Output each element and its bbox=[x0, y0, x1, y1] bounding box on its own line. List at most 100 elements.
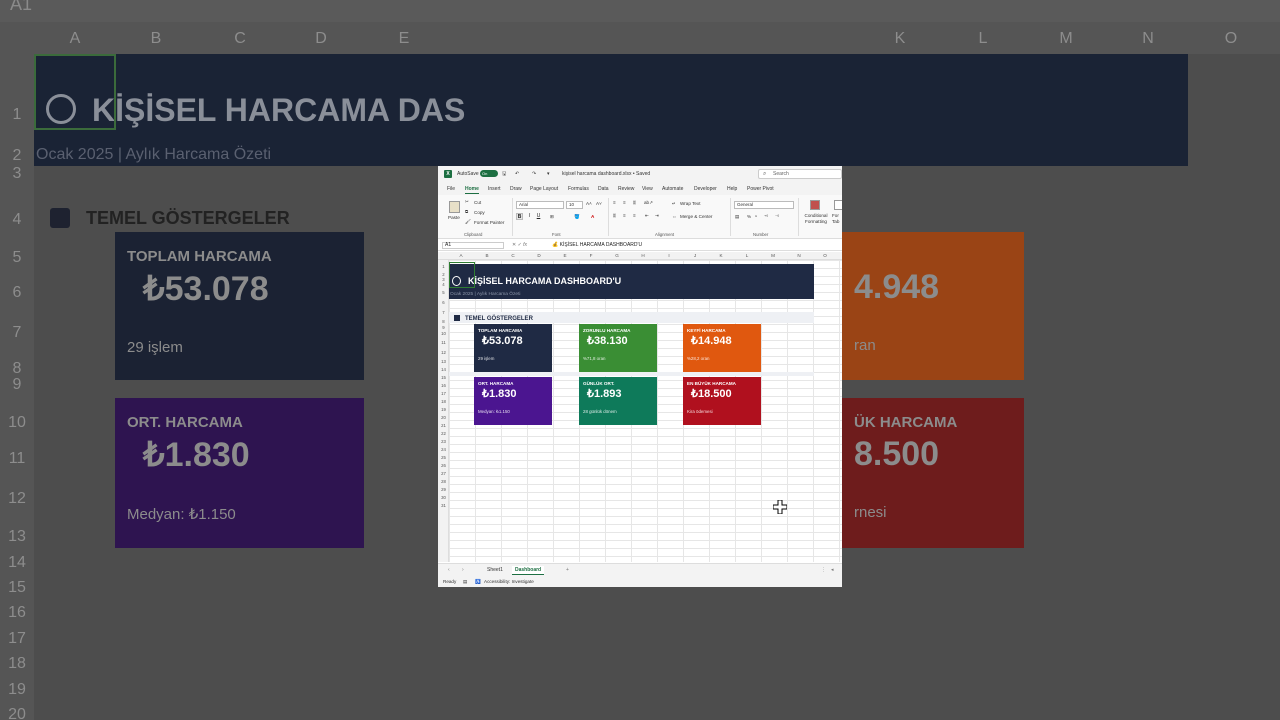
row-header[interactable]: 27 bbox=[438, 471, 449, 476]
row-header[interactable]: 14 bbox=[438, 367, 449, 372]
accounting-format-icon[interactable]: ▤ bbox=[735, 214, 739, 220]
row-header[interactable]: 30 bbox=[438, 495, 449, 500]
menu-insert[interactable]: Insert bbox=[488, 186, 501, 192]
menu-formulas[interactable]: Formulas bbox=[568, 186, 589, 192]
sheet-tab-sheet1[interactable]: Sheet1 bbox=[484, 566, 506, 574]
menu-home[interactable]: Home bbox=[465, 186, 479, 194]
sheet-options-icon[interactable]: ⋮ bbox=[821, 567, 826, 573]
accessibility-status[interactable]: Accessibility: Investigate bbox=[484, 579, 534, 584]
redo-icon[interactable]: ↷ bbox=[532, 171, 536, 177]
row-header[interactable]: 23 bbox=[438, 439, 449, 444]
menu-power-pivot[interactable]: Power Pivot bbox=[747, 186, 774, 192]
column-header[interactable]: D bbox=[534, 253, 544, 258]
formula-input[interactable]: 💰 KİŞİSEL HARCAMA DASHBOARD'U bbox=[552, 242, 642, 248]
paste-icon[interactable] bbox=[449, 201, 460, 213]
bold-button[interactable]: B bbox=[516, 213, 523, 220]
column-header[interactable]: M bbox=[768, 253, 778, 258]
decrease-decimal-icon[interactable]: ⁻⁰ bbox=[775, 214, 779, 220]
align-right-icon[interactable]: ≡ bbox=[633, 213, 636, 218]
menu-page-layout[interactable]: Page Layout bbox=[530, 186, 558, 192]
column-header[interactable]: N bbox=[794, 253, 804, 258]
row-header[interactable]: 31 bbox=[438, 503, 449, 508]
column-header[interactable]: K bbox=[716, 253, 726, 258]
cut-icon[interactable]: ✂ bbox=[465, 199, 469, 205]
menu-developer[interactable]: Developer bbox=[694, 186, 717, 192]
column-header[interactable]: J bbox=[690, 253, 700, 258]
cut-button[interactable]: Cut bbox=[474, 200, 481, 205]
row-header[interactable]: 20 bbox=[438, 415, 449, 420]
sheet-tab-dashboard[interactable]: Dashboard bbox=[512, 566, 545, 575]
row-header[interactable]: 18 bbox=[438, 399, 449, 404]
row-header[interactable]: 21 bbox=[438, 423, 449, 428]
number-format-select[interactable]: General bbox=[734, 201, 794, 209]
column-header[interactable]: I bbox=[664, 253, 674, 258]
row-header[interactable]: 16 bbox=[438, 383, 449, 388]
column-header[interactable]: E bbox=[560, 253, 570, 258]
italic-button[interactable]: I bbox=[526, 213, 533, 220]
column-header[interactable]: O bbox=[820, 253, 830, 258]
column-header[interactable]: C bbox=[508, 253, 518, 258]
row-header[interactable]: 24 bbox=[438, 447, 449, 452]
accessibility-icon[interactable]: ♿ bbox=[475, 579, 481, 585]
row-header[interactable]: 25 bbox=[438, 455, 449, 460]
menu-view[interactable]: View bbox=[642, 186, 653, 192]
fill-color-icon[interactable]: 🪣 bbox=[574, 214, 580, 220]
selected-cell-a1[interactable] bbox=[449, 262, 475, 288]
row-header[interactable]: 5 bbox=[438, 290, 449, 295]
menu-file[interactable]: File bbox=[447, 186, 455, 192]
align-bottom-icon[interactable]: ≡ bbox=[633, 200, 636, 205]
column-header[interactable]: H bbox=[638, 253, 648, 258]
row-header[interactable]: 7 bbox=[438, 310, 449, 315]
wrap-text-button[interactable]: Wrap Text bbox=[680, 201, 701, 206]
customize-toolbar-icon[interactable]: ▾ bbox=[547, 171, 550, 177]
format-painter-icon[interactable]: 🖌 bbox=[465, 219, 471, 225]
fx-icon[interactable]: ✕ ✓ fx bbox=[512, 242, 527, 248]
align-left-icon[interactable]: ≡ bbox=[613, 213, 616, 218]
merge-center-icon[interactable]: ⇔ bbox=[672, 214, 677, 219]
menu-automate[interactable]: Automate bbox=[662, 186, 683, 192]
format-as-table-icon[interactable] bbox=[834, 200, 842, 210]
row-header[interactable]: 12 bbox=[438, 350, 449, 355]
increase-indent-icon[interactable]: ⇥ bbox=[655, 213, 659, 219]
row-header[interactable]: 9 bbox=[438, 325, 449, 330]
row-header[interactable]: 11 bbox=[438, 340, 449, 345]
percent-style-icon[interactable]: % bbox=[747, 214, 751, 219]
conditional-formatting-button[interactable]: Conditional Formatting bbox=[803, 213, 829, 225]
row-header[interactable]: 4 bbox=[438, 282, 449, 287]
filename[interactable]: kişisel harcama dashboard.xlsx • Saved bbox=[562, 171, 650, 177]
column-header[interactable]: L bbox=[742, 253, 752, 258]
add-sheet-button[interactable]: + bbox=[566, 567, 569, 573]
menu-help[interactable]: Help bbox=[727, 186, 737, 192]
row-header[interactable]: 8 bbox=[438, 319, 449, 324]
row-header[interactable]: 1 bbox=[438, 264, 449, 269]
search-box[interactable]: ⌕ Search bbox=[758, 169, 842, 179]
row-header[interactable]: 26 bbox=[438, 463, 449, 468]
row-header[interactable]: 10 bbox=[438, 331, 449, 336]
increase-decimal-icon[interactable]: ⁺⁰ bbox=[764, 214, 768, 220]
conditional-formatting-icon[interactable] bbox=[810, 200, 820, 210]
menu-data[interactable]: Data bbox=[598, 186, 609, 192]
row-header[interactable]: 13 bbox=[438, 359, 449, 364]
menu-draw[interactable]: Draw bbox=[510, 186, 522, 192]
orientation-icon[interactable]: ab↗ bbox=[644, 200, 653, 206]
decrease-indent-icon[interactable]: ⇤ bbox=[645, 213, 649, 219]
save-icon[interactable]: 🖫 bbox=[502, 171, 506, 179]
undo-icon[interactable]: ↶ bbox=[515, 171, 519, 177]
row-header[interactable]: 19 bbox=[438, 407, 449, 412]
row-header[interactable]: 29 bbox=[438, 487, 449, 492]
copy-button[interactable]: Copy bbox=[474, 210, 485, 215]
prev-sheet-icon[interactable]: ‹ bbox=[448, 567, 450, 573]
merge-center-button[interactable]: Merge & Center bbox=[680, 214, 712, 219]
column-header[interactable]: G bbox=[612, 253, 622, 258]
column-header[interactable]: F bbox=[586, 253, 596, 258]
next-sheet-icon[interactable]: › bbox=[462, 567, 464, 573]
font-color-icon[interactable]: A bbox=[591, 214, 594, 219]
column-header[interactable]: A bbox=[456, 253, 466, 258]
row-header[interactable]: 17 bbox=[438, 391, 449, 396]
underline-button[interactable]: U bbox=[535, 213, 542, 220]
row-header[interactable]: 28 bbox=[438, 479, 449, 484]
wrap-text-icon[interactable]: ↵ bbox=[672, 201, 676, 207]
copy-icon[interactable]: ⧉ bbox=[465, 209, 468, 214]
column-header[interactable]: B bbox=[482, 253, 492, 258]
format-as-table-button[interactable]: For Tab bbox=[832, 213, 842, 225]
